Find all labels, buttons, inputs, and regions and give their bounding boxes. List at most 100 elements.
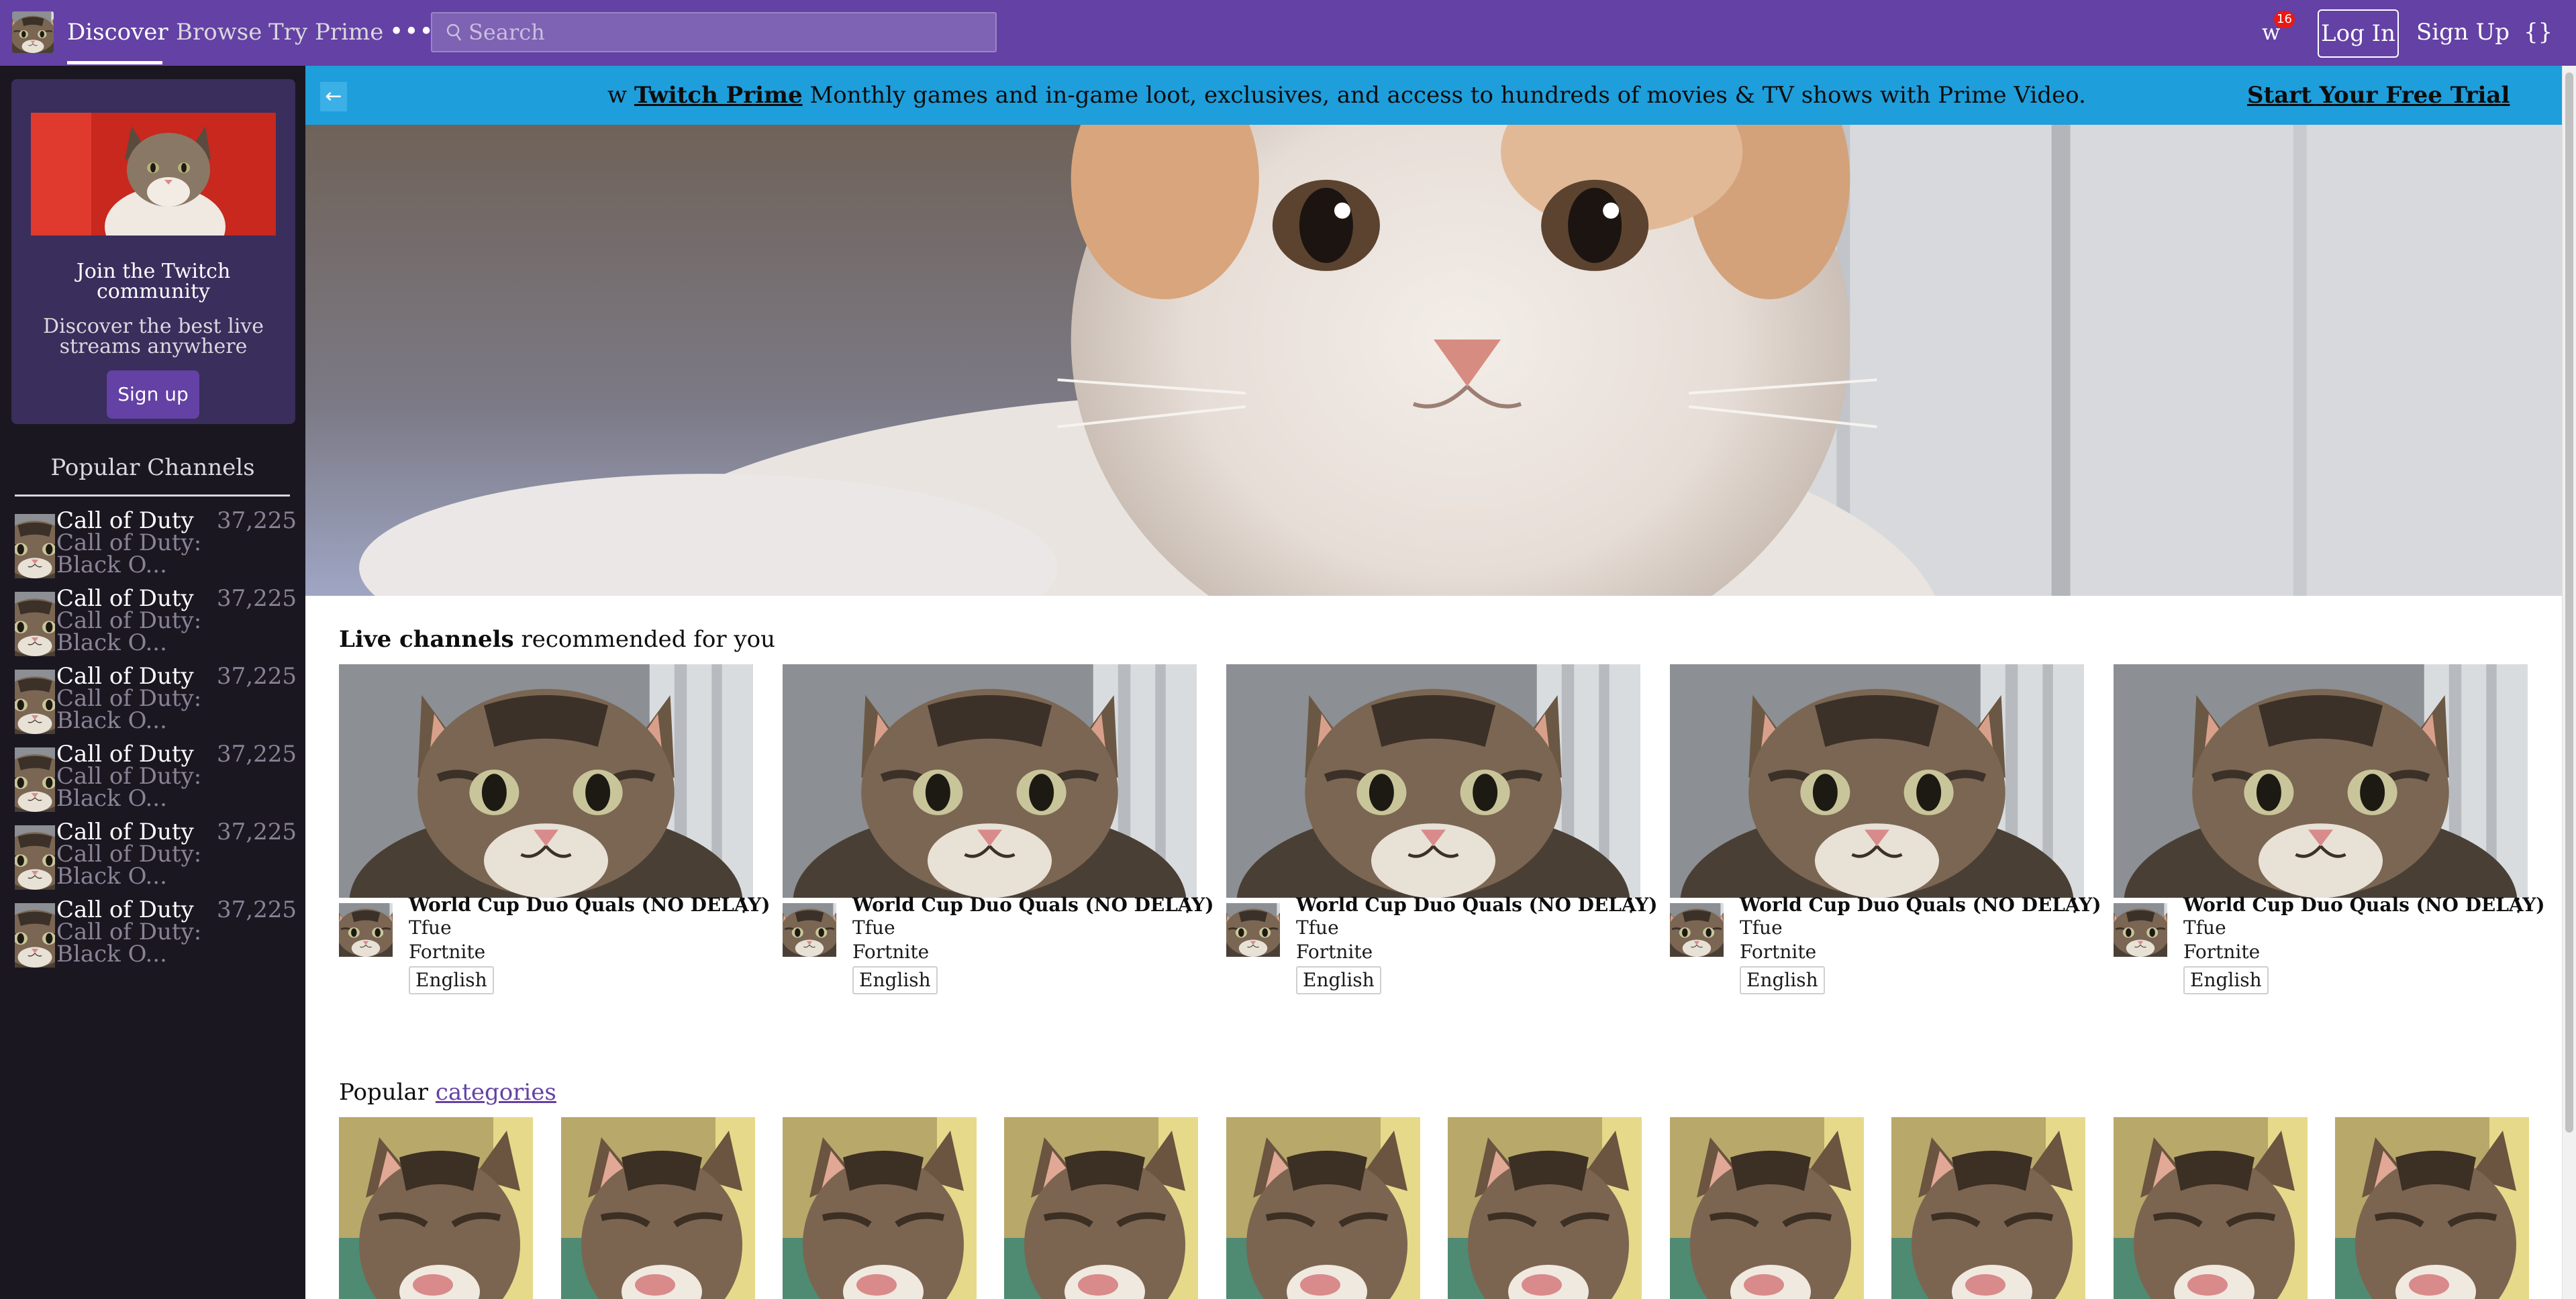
popular-channel-item[interactable]: Call of Duty Call of Duty: Black O... 37… [15,665,297,734]
category-card[interactable] [783,1117,977,1299]
language-tag[interactable]: English [852,966,938,994]
prime-banner: ← w Twitch Prime Monthly games and in-ga… [305,66,2562,125]
language-tag[interactable]: English [2183,966,2269,994]
more-options-icon[interactable]: ⋮ [2509,894,2528,917]
join-community-card: Join the Twitch community Discover the b… [11,79,295,424]
channel-game: Call of Duty: Black O... [56,529,202,578]
category-card[interactable] [2335,1117,2529,1299]
search-input[interactable] [468,19,979,45]
prime-message: Monthly games and in-game loot, exclusiv… [809,82,2086,109]
more-options-icon[interactable]: ⋮ [734,894,753,917]
more-menu-icon[interactable]: ••• [389,16,434,48]
top-navigation-bar: Discover Browse Try Prime ••• w 16 Log I… [0,0,2576,66]
live-channel-card[interactable]: World Cup Duo Quals (NO DELAY) ⋮ Tfue Fo… [339,664,770,1006]
more-options-icon[interactable]: ⋮ [2065,894,2084,917]
streamer-avatar[interactable] [1226,903,1280,957]
stream-thumbnail[interactable] [1670,664,2084,898]
language-tag[interactable]: English [409,966,494,994]
stream-thumbnail[interactable] [339,664,753,898]
more-options-icon[interactable]: ⋮ [1178,894,1197,917]
join-card-description: Discover the best live streams anywhere [43,315,264,358]
search-icon [446,22,463,42]
language-tag[interactable]: English [1740,966,1825,994]
stream-game[interactable]: Fortnite [1740,941,1816,964]
join-sign-up-button[interactable]: Sign up [107,370,199,419]
stream-thumbnail[interactable] [2114,664,2528,898]
site-logo[interactable] [12,11,54,53]
channel-game: Call of Duty: Black O... [56,607,202,656]
category-card[interactable] [561,1117,755,1299]
category-card[interactable] [2114,1117,2308,1299]
channel-avatar [15,670,55,734]
live-channel-card[interactable]: World Cup Duo Quals (NO DELAY) ⋮ Tfue Fo… [1670,664,2101,1006]
streamer-name[interactable]: Tfue [1296,917,1339,939]
channel-game: Call of Duty: Black O... [56,841,202,890]
channel-game: Call of Duty: Black O... [56,685,202,734]
prime-brand-link[interactable]: Twitch Prime [634,82,803,109]
category-card[interactable] [1891,1117,2085,1299]
language-tag[interactable]: English [1296,966,1381,994]
start-free-trial-link[interactable]: Start Your Free Trial [2247,79,2510,111]
scrollbar-thumb[interactable] [2565,72,2573,1133]
sidebar: Join the Twitch community Discover the b… [0,66,305,1299]
arrow-left-icon[interactable]: ← [320,82,347,111]
popular-channel-item[interactable]: Call of Duty Call of Duty: Black O... 37… [15,898,297,968]
streamer-name[interactable]: Tfue [852,917,895,939]
stream-title[interactable]: World Cup Duo Quals (NO DELAY) [409,894,770,917]
channel-avatar [15,747,55,812]
live-channel-card[interactable]: World Cup Duo Quals (NO DELAY) ⋮ Tfue Fo… [783,664,1213,1006]
channel-game: Call of Duty: Black O... [56,919,202,968]
join-card-title: Join the Twitch community [76,260,231,303]
channel-viewer-count: 37,225 [217,585,297,612]
streamer-name[interactable]: Tfue [409,917,452,939]
sign-up-link[interactable]: Sign Up [2416,16,2510,48]
streamer-avatar[interactable] [1670,903,1724,957]
nav-active-indicator [67,61,162,64]
hero-carousel-image[interactable] [305,125,2562,596]
nav-try-prime-link[interactable]: Try Prime [268,16,383,48]
stream-title[interactable]: World Cup Duo Quals (NO DELAY) [2183,894,2544,917]
stream-game[interactable]: Fortnite [2183,941,2260,964]
stream-game[interactable]: Fortnite [409,941,485,964]
stream-game[interactable]: Fortnite [852,941,929,964]
popular-channel-item[interactable]: Call of Duty Call of Duty: Black O... 37… [15,821,297,888]
channel-viewer-count: 37,225 [217,507,297,534]
category-card[interactable] [1226,1117,1420,1299]
live-channel-card[interactable]: World Cup Duo Quals (NO DELAY) ⋮ Tfue Fo… [1226,664,1657,1006]
stream-thumbnail[interactable] [783,664,1197,898]
streamer-name[interactable]: Tfue [2183,917,2226,939]
popular-channels-heading: Popular Channels [50,454,255,481]
category-card[interactable] [1670,1117,1864,1299]
nav-browse-link[interactable]: Browse [176,16,262,48]
category-card[interactable] [339,1117,533,1299]
search-box[interactable] [431,12,997,52]
stream-title[interactable]: World Cup Duo Quals (NO DELAY) [852,894,1213,917]
channel-avatar [15,592,55,656]
channel-avatar [15,903,55,968]
streamer-avatar[interactable] [2114,903,2167,957]
page-scrollbar[interactable] [2562,66,2576,1299]
prime-banner-text: w Twitch Prime Monthly games and in-game… [607,79,2086,111]
stream-thumbnail[interactable] [1226,664,1640,898]
popular-channel-item[interactable]: Call of Duty Call of Duty: Black O... 37… [15,507,297,578]
popular-channel-item[interactable]: Call of Duty Call of Duty: Black O... 37… [15,743,297,811]
stream-title[interactable]: World Cup Duo Quals (NO DELAY) [1740,894,2101,917]
nav-discover-link[interactable]: Discover [67,16,168,48]
streamer-avatar[interactable] [783,903,836,957]
popular-categories-heading: Popular categories [339,1077,556,1108]
streamer-name[interactable]: Tfue [1740,917,1783,939]
stream-game[interactable]: Fortnite [1296,941,1373,964]
more-options-icon[interactable]: ⋮ [1622,894,1640,917]
categories-link[interactable]: categories [436,1079,556,1106]
stream-title[interactable]: World Cup Duo Quals (NO DELAY) [1296,894,1657,917]
category-card[interactable] [1448,1117,1642,1299]
popular-channel-item[interactable]: Call of Duty Call of Duty: Black O... 37… [15,585,297,656]
notification-badge: 16 [2274,11,2295,28]
prime-prefix-icon: w [607,82,628,109]
log-in-button[interactable]: Log In [2318,9,2399,58]
divider [15,495,290,497]
live-channel-card[interactable]: World Cup Duo Quals (NO DELAY) ⋮ Tfue Fo… [2114,664,2544,1006]
streamer-avatar[interactable] [339,903,393,957]
category-card[interactable] [1004,1117,1198,1299]
braces-icon[interactable]: {} [2524,16,2553,48]
